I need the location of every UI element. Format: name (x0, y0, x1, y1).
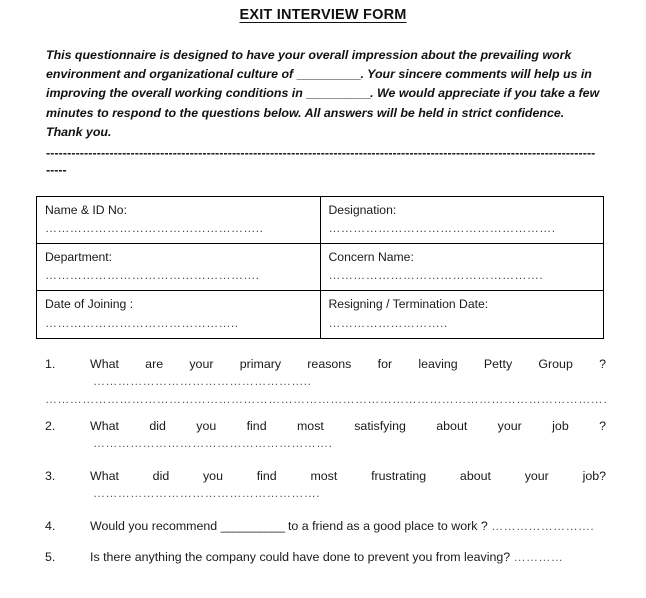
question-body-2: What did you find most satisfying about … (90, 418, 606, 452)
question-item-3: 3. What did you find most frustrating ab… (45, 468, 606, 502)
field-label-resigning-termination-date: Resigning / Termination Date: (328, 297, 489, 312)
question-number-3: 3. (45, 468, 56, 483)
table-row: Date of Joining : ……………………………………….. Resi… (36, 290, 604, 339)
field-label-name-id: Name & ID No: (45, 202, 127, 217)
intro-blank-2: __________ (306, 86, 371, 101)
field-input-name-id[interactable]: …………………………………………….. (45, 221, 312, 236)
answer-line-4[interactable]: ……………………. (491, 519, 594, 533)
question-text-5-main: Is there anything the company could have… (90, 549, 514, 564)
question-body-5: Is there anything the company could have… (90, 549, 606, 566)
field-input-designation[interactable]: ………………………………………………. (329, 221, 596, 236)
table-row: Name & ID No: …………………………………………….. Design… (36, 195, 604, 245)
question-text-2: What did you find most satisfying about … (90, 418, 606, 433)
table-cell-name-id[interactable]: Name & ID No: …………………………………………….. (36, 195, 321, 245)
answer-line-1a[interactable]: …………………………………………….. (90, 372, 606, 390)
intro-paragraph: This questionnaire is designed to have y… (46, 46, 600, 142)
question-body-4: Would you recommend __________ to a frie… (90, 518, 606, 535)
section-separator-line-1: ----------------------------------------… (46, 146, 596, 161)
question-number-2: 2. (45, 418, 56, 433)
section-separator-line-2: ----- (46, 162, 67, 177)
answer-line-2[interactable]: …………………………………………………. (90, 434, 606, 452)
question-text-5: Is there anything the company could have… (90, 549, 606, 566)
field-label-date-of-joining: Date of Joining : (45, 297, 134, 312)
question-text-4-before: Would you recommend (90, 518, 221, 533)
document-page: EXIT INTERVIEW FORM This questionnaire i… (0, 7, 646, 598)
employee-info-table: Name & ID No: …………………………………………….. Design… (36, 195, 604, 339)
question-body-1: What are your primary reasons for leavin… (45, 356, 606, 408)
question-text-4: Would you recommend __________ to a frie… (90, 518, 606, 535)
field-label-designation: Designation: (328, 202, 397, 217)
answer-line-3[interactable]: ………………………………………………. (90, 484, 606, 502)
page-title: EXIT INTERVIEW FORM (239, 7, 407, 23)
table-cell-date-of-joining[interactable]: Date of Joining : ……………………………………….. (36, 290, 321, 339)
field-input-date-of-joining[interactable]: ……………………………………….. (45, 316, 312, 331)
table-cell-concern-name[interactable]: Concern Name: ……………………………………………. (319, 243, 604, 292)
question-number-1: 1. (45, 356, 56, 371)
table-cell-department[interactable]: Department: ……………………………………………. (36, 243, 321, 292)
table-cell-designation[interactable]: Designation: ………………………………………………. (319, 195, 604, 245)
table-row: Department: ……………………………………………. Concern N… (36, 243, 604, 292)
question-item-4: 4. Would you recommend __________ to a f… (45, 518, 606, 535)
answer-line-1b[interactable]: …………………………………………………………………………………………………………… (45, 390, 606, 408)
field-input-department[interactable]: ……………………………………………. (45, 268, 312, 283)
question-number-4: 4. (45, 518, 56, 533)
question-body-3: What did you find most frustrating about… (90, 468, 606, 502)
answer-line-5[interactable]: ………… (514, 550, 564, 564)
table-cell-resigning-termination-date[interactable]: Resigning / Termination Date: ……………………….… (319, 290, 604, 339)
question-number-5: 5. (45, 549, 56, 564)
field-input-concern-name[interactable]: ……………………………………………. (329, 268, 596, 283)
question-item-2: 2. What did you find most satisfying abo… (45, 418, 606, 452)
field-label-concern-name: Concern Name: (328, 250, 414, 265)
question-text-4-after: to a friend as a good place to work ? (284, 518, 492, 533)
question-text-3: What did you find most frustrating about… (90, 468, 606, 483)
question-text-1: What are your primary reasons for leavin… (90, 356, 606, 371)
question-item-5: 5. Is there anything the company could h… (45, 549, 606, 566)
question-item-1: 1. What are your primary reasons for lea… (45, 356, 606, 408)
questions-list: 1. What are your primary reasons for lea… (45, 356, 606, 566)
intro-blank-1: __________ (296, 67, 361, 82)
question-blank-4[interactable]: __________ (221, 519, 285, 533)
field-input-resigning-termination-date[interactable]: ……………………….. (329, 316, 596, 331)
field-label-department: Department: (45, 250, 113, 265)
